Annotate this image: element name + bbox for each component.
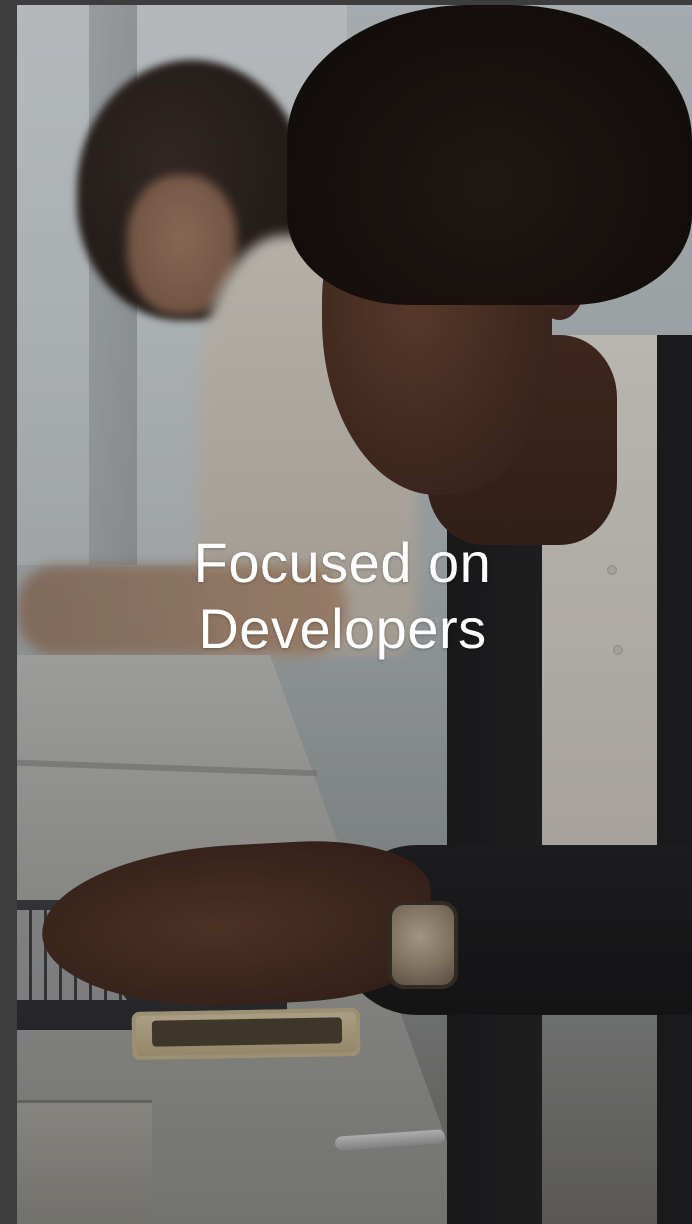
hero-headline-line-1: Focused on [193, 531, 492, 594]
hero-headline-line-2: Developers [198, 597, 487, 660]
hero-headline: Focused on Developers [0, 530, 685, 662]
page: Focused on Developers [0, 0, 692, 1224]
